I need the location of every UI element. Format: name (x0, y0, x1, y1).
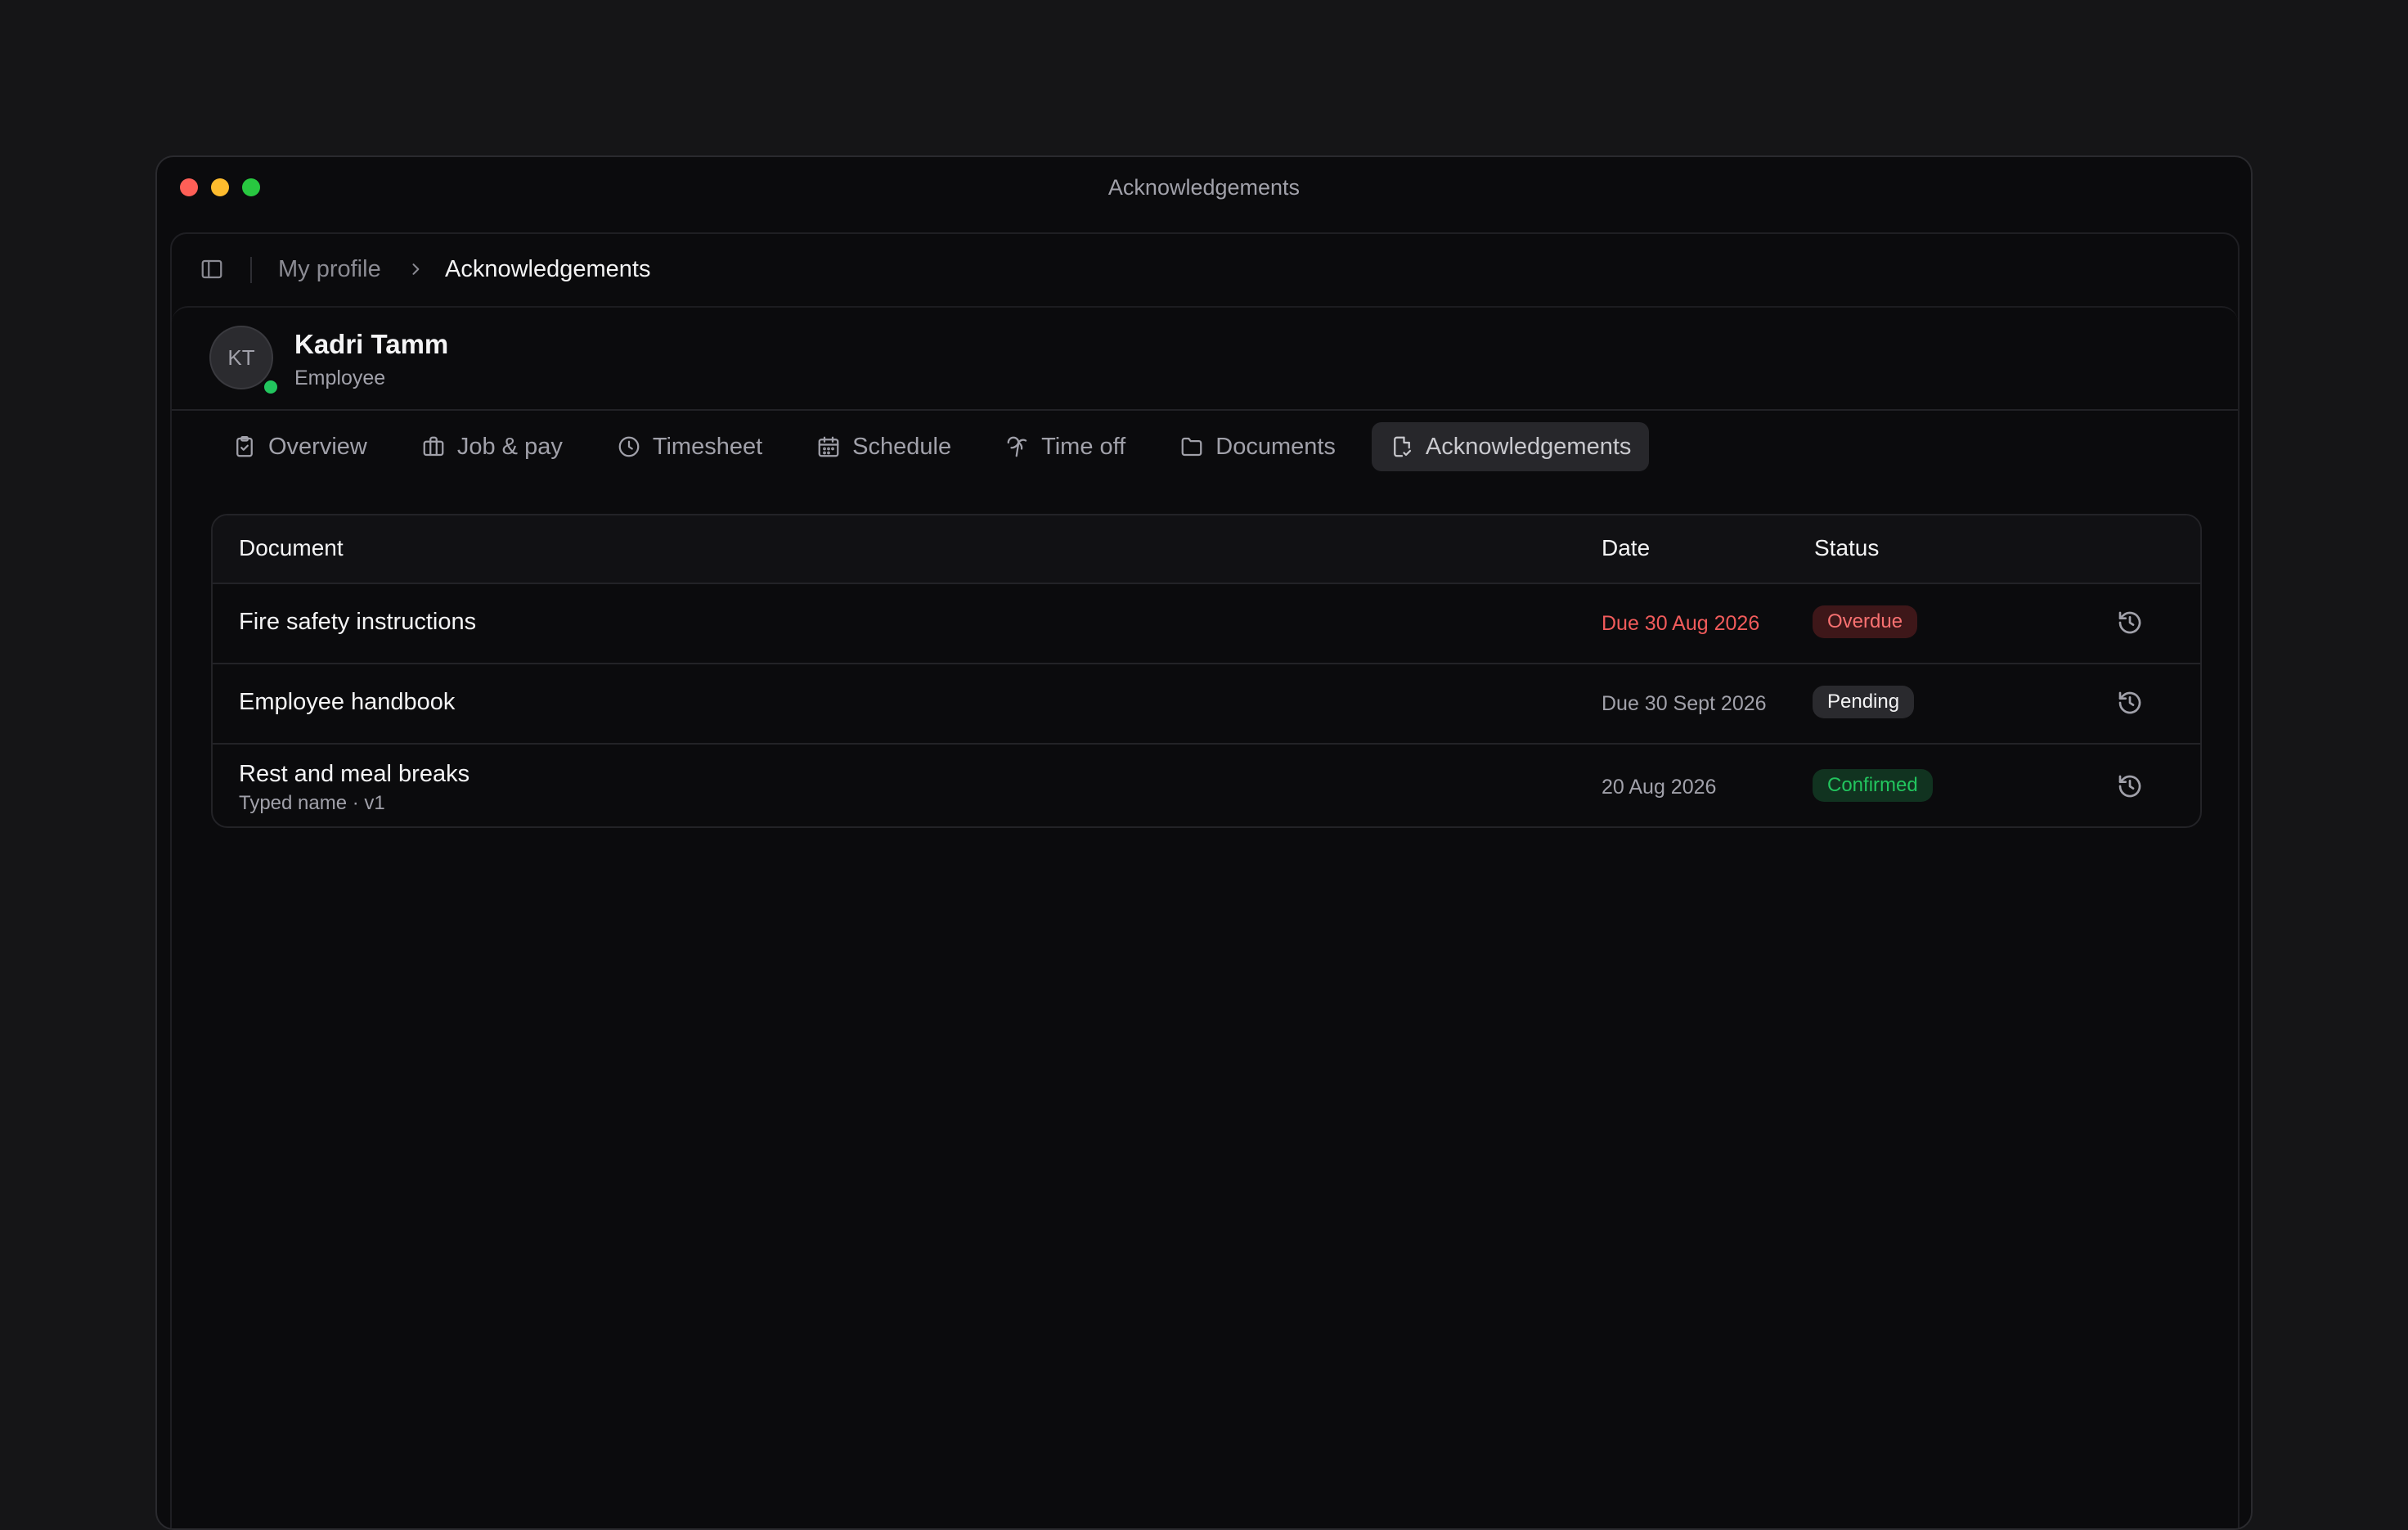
breadcrumb: My profile Acknowledgements (172, 234, 2238, 306)
clipboard-check-icon (236, 436, 253, 457)
breadcrumb-parent-link[interactable]: My profile (278, 256, 381, 283)
table-row[interactable]: Rest and meal breaks Typed name · v1 20 … (213, 745, 2200, 826)
history-icon[interactable] (2117, 610, 2143, 636)
tab-label: Timesheet (652, 433, 763, 460)
column-header-date: Date (1602, 535, 1651, 560)
column-header-document: Document (239, 535, 344, 560)
profile-header: KT Kadri Tamm Employee (172, 306, 2238, 411)
briefcase-icon (423, 436, 444, 457)
document-title: Employee handbook (239, 689, 456, 715)
sidebar-toggle-icon[interactable] (200, 257, 224, 281)
status-badge: Pending (1813, 686, 1915, 718)
palm-tree-icon (1007, 436, 1027, 457)
app-window: Acknowledgements My profile Acknowledgem… (155, 155, 2253, 1530)
document-date: Due 30 Sept 2026 (1602, 692, 1767, 715)
acknowledgements-table: Document Date Status Fire safety instruc… (211, 514, 2202, 828)
main-panel: My profile Acknowledgements KT Kadri Tam… (170, 232, 2240, 1528)
status-badge: Confirmed (1813, 769, 1933, 802)
tab-label: Documents (1215, 433, 1336, 460)
tab-schedule[interactable]: Schedule (798, 422, 969, 471)
table-row[interactable]: Employee handbook Due 30 Sept 2026 Pendi… (213, 664, 2200, 745)
document-subtitle: Typed name · v1 (239, 792, 385, 814)
online-status-indicator (262, 378, 280, 396)
tab-acknowledgements[interactable]: Acknowledgements (1371, 422, 1650, 471)
breadcrumb-divider (250, 257, 252, 283)
tab-label: Job & pay (456, 433, 563, 460)
tab-bar: Overview Job & pay Timesheet Schedule Ti… (214, 422, 1650, 473)
tab-label: Acknowledgements (1425, 433, 1632, 460)
document-title: Fire safety instructions (239, 609, 477, 635)
profile-name: Kadri Tamm (294, 329, 449, 359)
chevron-right-icon (412, 263, 420, 275)
title-bar: Acknowledgements (157, 157, 2251, 218)
table-row[interactable]: Fire safety instructions Due 30 Aug 2026… (213, 584, 2200, 664)
tab-overview[interactable]: Overview (214, 422, 385, 471)
breadcrumb-current: Acknowledgements (445, 256, 651, 282)
tab-label: Time off (1041, 433, 1126, 460)
column-header-status: Status (1814, 535, 1880, 560)
calendar-icon (818, 436, 839, 457)
profile-role: Employee (294, 367, 386, 389)
window-title: Acknowledgements (1107, 175, 1301, 200)
file-check-icon (1394, 436, 1412, 457)
history-icon[interactable] (2117, 773, 2143, 799)
status-badge: Overdue (1813, 605, 1918, 638)
avatar-initials: KT (227, 344, 255, 370)
tab-label: Schedule (852, 433, 952, 460)
tab-timesheet[interactable]: Timesheet (599, 422, 780, 471)
tab-label: Overview (268, 433, 367, 460)
tab-job-pay[interactable]: Job & pay (403, 422, 581, 471)
document-date: Due 30 Aug 2026 (1602, 612, 1760, 635)
folder-icon (1181, 437, 1202, 457)
tab-documents[interactable]: Documents (1161, 422, 1354, 471)
tab-time-off[interactable]: Time off (987, 422, 1143, 471)
document-title: Rest and meal breaks (239, 761, 470, 787)
table-header: Document Date Status (213, 515, 2200, 584)
history-icon[interactable] (2117, 690, 2143, 716)
document-date: 20 Aug 2026 (1602, 776, 1717, 799)
clock-icon (618, 436, 640, 457)
